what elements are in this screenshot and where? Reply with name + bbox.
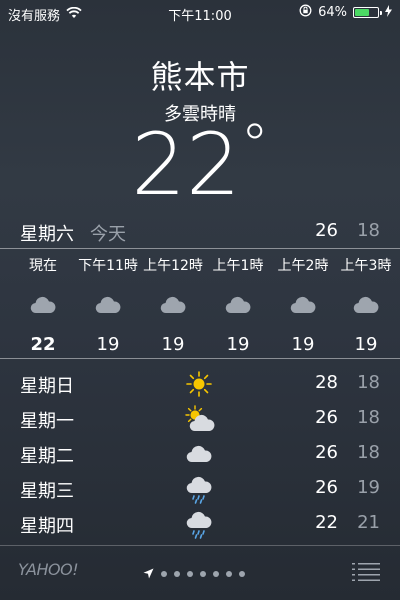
hour-temp: 19 xyxy=(226,334,250,355)
battery-fill xyxy=(355,9,369,16)
hour-time: 上午3時 xyxy=(340,258,392,274)
charging-icon xyxy=(385,4,392,21)
daily-low: 18 xyxy=(357,407,380,428)
page-dot xyxy=(187,570,193,577)
bottom-bar: YAHOO! xyxy=(0,546,400,600)
battery-icon xyxy=(353,7,382,18)
hour-temp: 19 xyxy=(291,334,315,355)
degree-symbol: ° xyxy=(240,113,269,178)
page-dot xyxy=(239,570,245,577)
page-dot xyxy=(213,570,219,577)
hour-item: 現在 22 xyxy=(8,256,78,355)
hour-time: 上午12時 xyxy=(143,258,203,274)
cloud-icon xyxy=(73,296,143,324)
daily-row: 星期二 26 18 xyxy=(0,440,400,470)
daily-day: 星期二 xyxy=(20,446,74,467)
rain-cloud-icon xyxy=(185,475,213,510)
partly-cloudy-icon xyxy=(185,405,215,438)
daily-row: 星期四 22 21 xyxy=(0,510,400,540)
separator-top xyxy=(0,248,400,249)
hour-time: 上午1時 xyxy=(212,258,264,274)
list-icon[interactable] xyxy=(352,562,380,586)
today-label: 今天 xyxy=(90,224,126,245)
cloud-icon xyxy=(185,440,213,473)
hour-item: 上午1時 19 xyxy=(203,256,273,355)
hourly-forecast[interactable]: 現在 22 下午11時 19 上午12時 19 上午1時 19 上午2時 19 … xyxy=(0,256,400,356)
today-low: 18 xyxy=(357,220,380,241)
daily-high: 26 xyxy=(315,442,338,463)
daily-low: 18 xyxy=(357,372,380,393)
separator-middle xyxy=(0,358,400,359)
current-temperature-value: 22 xyxy=(131,115,241,215)
hour-time: 下午11時 xyxy=(78,258,138,274)
hour-item: 上午2時 19 xyxy=(268,256,338,355)
daily-row: 星期一 26 18 xyxy=(0,405,400,435)
cloud-icon xyxy=(138,296,208,324)
yahoo-logo[interactable]: YAHOO! xyxy=(18,560,79,579)
daily-high: 26 xyxy=(315,407,338,428)
daily-high: 22 xyxy=(315,512,338,533)
today-row: 星期六 今天 26 18 xyxy=(0,220,400,246)
today-high: 26 xyxy=(315,220,338,241)
rain-cloud-icon xyxy=(185,510,213,545)
daily-low: 21 xyxy=(357,512,380,533)
page-dot xyxy=(161,570,167,577)
hour-item: 下午11時 19 xyxy=(73,256,143,355)
daily-low: 18 xyxy=(357,442,380,463)
page-dot xyxy=(174,570,180,577)
rotation-lock-icon xyxy=(299,4,312,21)
daily-row: 星期日 28 18 xyxy=(0,370,400,400)
hour-item: 上午12時 19 xyxy=(138,256,208,355)
hour-item: 上午3時 19 xyxy=(332,256,400,355)
sun-icon xyxy=(185,370,213,403)
daily-row: 星期三 26 19 xyxy=(0,475,400,505)
daily-day: 星期三 xyxy=(20,481,74,502)
daily-day: 星期四 xyxy=(20,516,74,537)
cloud-icon xyxy=(203,296,273,324)
page-dot xyxy=(200,570,206,577)
hour-temp: 19 xyxy=(96,334,120,355)
battery-cap xyxy=(380,11,382,15)
hour-temp: 19 xyxy=(354,334,378,355)
page-indicator[interactable] xyxy=(143,564,245,583)
cloud-icon xyxy=(8,296,78,324)
hour-temp: 22 xyxy=(30,334,56,355)
page-dot xyxy=(226,570,232,577)
daily-low: 19 xyxy=(357,477,380,498)
battery-percent: 64% xyxy=(318,5,347,20)
daily-high: 26 xyxy=(315,477,338,498)
location-arrow-icon xyxy=(143,564,154,583)
cloud-icon xyxy=(268,296,338,324)
city-name: 熊本市 xyxy=(150,58,250,96)
hour-temp: 19 xyxy=(161,334,185,355)
hour-time: 上午2時 xyxy=(277,258,329,274)
daily-day: 星期一 xyxy=(20,411,74,432)
today-day: 星期六 xyxy=(20,224,74,245)
cloud-icon xyxy=(332,296,400,324)
status-bar: 沒有服務 下午11:00 64% xyxy=(0,0,400,26)
current-temperature: 22° xyxy=(0,118,400,209)
hour-time: 現在 xyxy=(29,258,57,274)
daily-high: 28 xyxy=(315,372,338,393)
status-right: 64% xyxy=(299,4,392,21)
daily-day: 星期日 xyxy=(20,376,74,397)
